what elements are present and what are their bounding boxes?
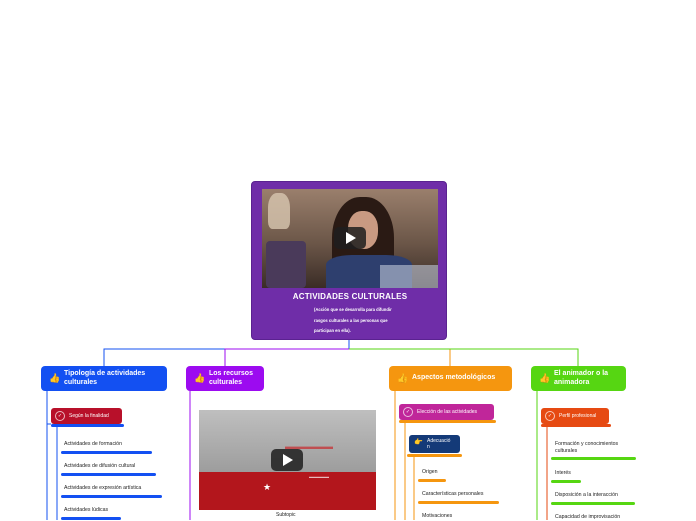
thumbs-up-icon: 👍: [397, 373, 409, 383]
subtopic-label: Elección de las actividades: [417, 409, 478, 415]
thumbs-up-icon: 👍: [194, 373, 206, 383]
subtopic-underline: [51, 424, 124, 427]
leaf-underline: [551, 502, 635, 505]
leaf-item[interactable]: Formación y conocimientos culturales: [555, 441, 637, 454]
check-circle-icon: ✓: [55, 411, 65, 421]
thumbs-up-icon: 👍: [49, 373, 61, 383]
topic-aspectos[interactable]: 👍 Aspectos metodológicos: [389, 366, 512, 391]
topic-recursos[interactable]: 👍 Los recursos culturales: [186, 366, 264, 391]
subtopic-label: Según la finalidad: [69, 413, 109, 419]
topic-title: El animador o la animadora: [554, 370, 609, 386]
subtopic-placeholder[interactable]: Subtopic: [276, 512, 295, 518]
topic-animador[interactable]: 👍 El animador o la animadora: [531, 366, 626, 391]
central-topic[interactable]: ACTIVIDADES CULTURALES (Acción que se de…: [251, 181, 447, 340]
leaf-underline: [551, 480, 581, 483]
play-icon[interactable]: [271, 449, 303, 471]
leaf-item[interactable]: Características personales: [422, 491, 483, 498]
leaf-underline: [61, 473, 156, 476]
leaf-item[interactable]: Actividades de difusión cultural: [64, 463, 135, 470]
central-video[interactable]: [262, 189, 438, 288]
subtopic-segun-finalidad[interactable]: ✓ Según la finalidad: [51, 408, 122, 424]
central-title: ACTIVIDADES CULTURALES: [292, 292, 408, 301]
subtopic-underline: [399, 420, 496, 423]
subtopic-perfil[interactable]: ✓ Perfil profesional: [541, 408, 609, 424]
leaf-item[interactable]: Actividades lúdicas: [64, 507, 108, 514]
leaf-item[interactable]: Actividades de formación: [64, 441, 122, 448]
child-adecuacion[interactable]: 👉 Adecuación: [409, 435, 460, 453]
leaf-item[interactable]: Interés: [555, 470, 571, 477]
topic-title: Tipología de actividades culturales: [64, 370, 146, 386]
subtopic-underline: [541, 424, 611, 427]
topic-tipologia[interactable]: 👍 Tipología de actividades culturales: [41, 366, 167, 391]
leaf-underline: [418, 479, 446, 482]
leaf-item[interactable]: Motivaciones: [422, 513, 452, 520]
leaf-item[interactable]: Origen: [422, 469, 438, 476]
leaf-underline: [61, 495, 162, 498]
central-subtitle: (Acción que se desarrolla para difundir …: [314, 307, 392, 333]
check-circle-icon: ✓: [545, 411, 555, 421]
check-circle-icon: ✓: [403, 407, 413, 417]
recursos-video[interactable]: ▬▬▬▬▬▬ ★ ▬▬▬▬▬: [199, 410, 376, 510]
thumbs-up-icon: 👍: [539, 373, 551, 383]
play-icon[interactable]: [334, 227, 366, 249]
leaf-underline: [418, 501, 499, 504]
mind-map-canvas: ACTIVIDADES CULTURALES (Acción que se de…: [0, 0, 696, 520]
hand-point-icon: 👉: [414, 439, 423, 446]
leaf-item[interactable]: Disposición a la interacción: [555, 492, 618, 499]
child-underline: [407, 454, 462, 457]
subtopic-eleccion[interactable]: ✓ Elección de las actividades: [399, 404, 494, 420]
topic-title: Aspectos metodológicos: [412, 374, 496, 382]
subtopic-label: Perfil profesional: [559, 413, 597, 419]
leaf-underline: [61, 451, 152, 454]
leaf-underline: [551, 457, 636, 460]
topic-title: Los recursos culturales: [209, 370, 253, 386]
child-label: Adecuación: [427, 438, 451, 450]
leaf-item[interactable]: Actividades de expresión artística: [64, 485, 141, 492]
